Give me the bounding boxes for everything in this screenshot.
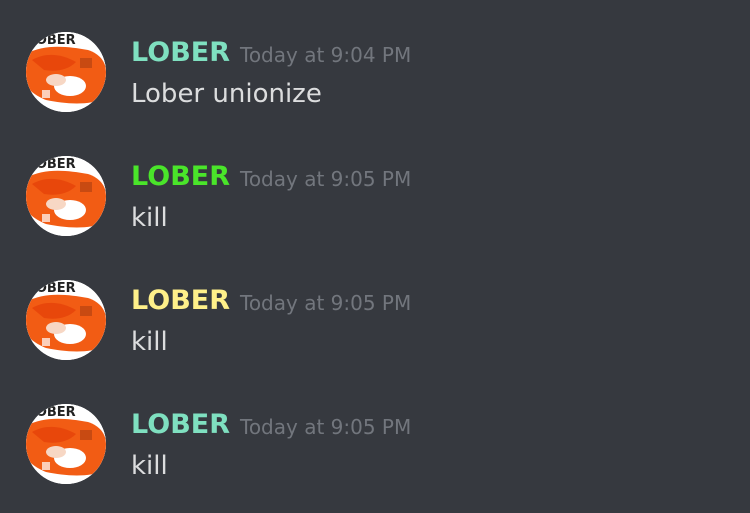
avatar[interactable]: LOBER	[26, 280, 106, 360]
avatar-logo-text: LOBER	[28, 281, 76, 296]
message-content: Lober unionize	[131, 79, 322, 109]
message-content: kill	[131, 327, 168, 357]
avatar-logo-text: LOBER	[28, 157, 76, 172]
avatar-logo-text: LOBER	[28, 33, 76, 48]
avatar[interactable]: LOBER	[26, 404, 106, 484]
username[interactable]: LOBER	[131, 160, 230, 194]
lobster-avatar-image: LOBER	[26, 404, 106, 484]
timestamp: Today at 9:05 PM	[240, 291, 412, 315]
username[interactable]: LOBER	[131, 36, 230, 70]
timestamp: Today at 9:05 PM	[240, 415, 412, 439]
username[interactable]: LOBER	[131, 408, 230, 442]
message-content: kill	[131, 203, 168, 233]
lobster-avatar-image: LOBER	[26, 280, 106, 360]
message-content: kill	[131, 451, 168, 481]
chat-message: LOBER LOBER Today at 9:05 PM kill	[0, 146, 750, 256]
timestamp: Today at 9:05 PM	[240, 167, 412, 191]
chat-message: LOBER LOBER Today at 9:05 PM kill	[0, 394, 750, 504]
avatar-logo-text: LOBER	[28, 405, 76, 420]
lobster-avatar-image: LOBER	[26, 156, 106, 236]
chat-message: LOBER LOBER Today at 9:04 PM Lober union…	[0, 22, 750, 132]
avatar[interactable]: LOBER	[26, 156, 106, 236]
chat-message: LOBER LOBER Today at 9:05 PM kill	[0, 270, 750, 380]
timestamp: Today at 9:04 PM	[240, 43, 412, 67]
lobster-avatar-image: LOBER	[26, 32, 106, 112]
message-list: LOBER LOBER Today at 9:04 PM Lober union…	[0, 0, 750, 513]
avatar[interactable]: LOBER	[26, 32, 106, 112]
username[interactable]: LOBER	[131, 284, 230, 318]
